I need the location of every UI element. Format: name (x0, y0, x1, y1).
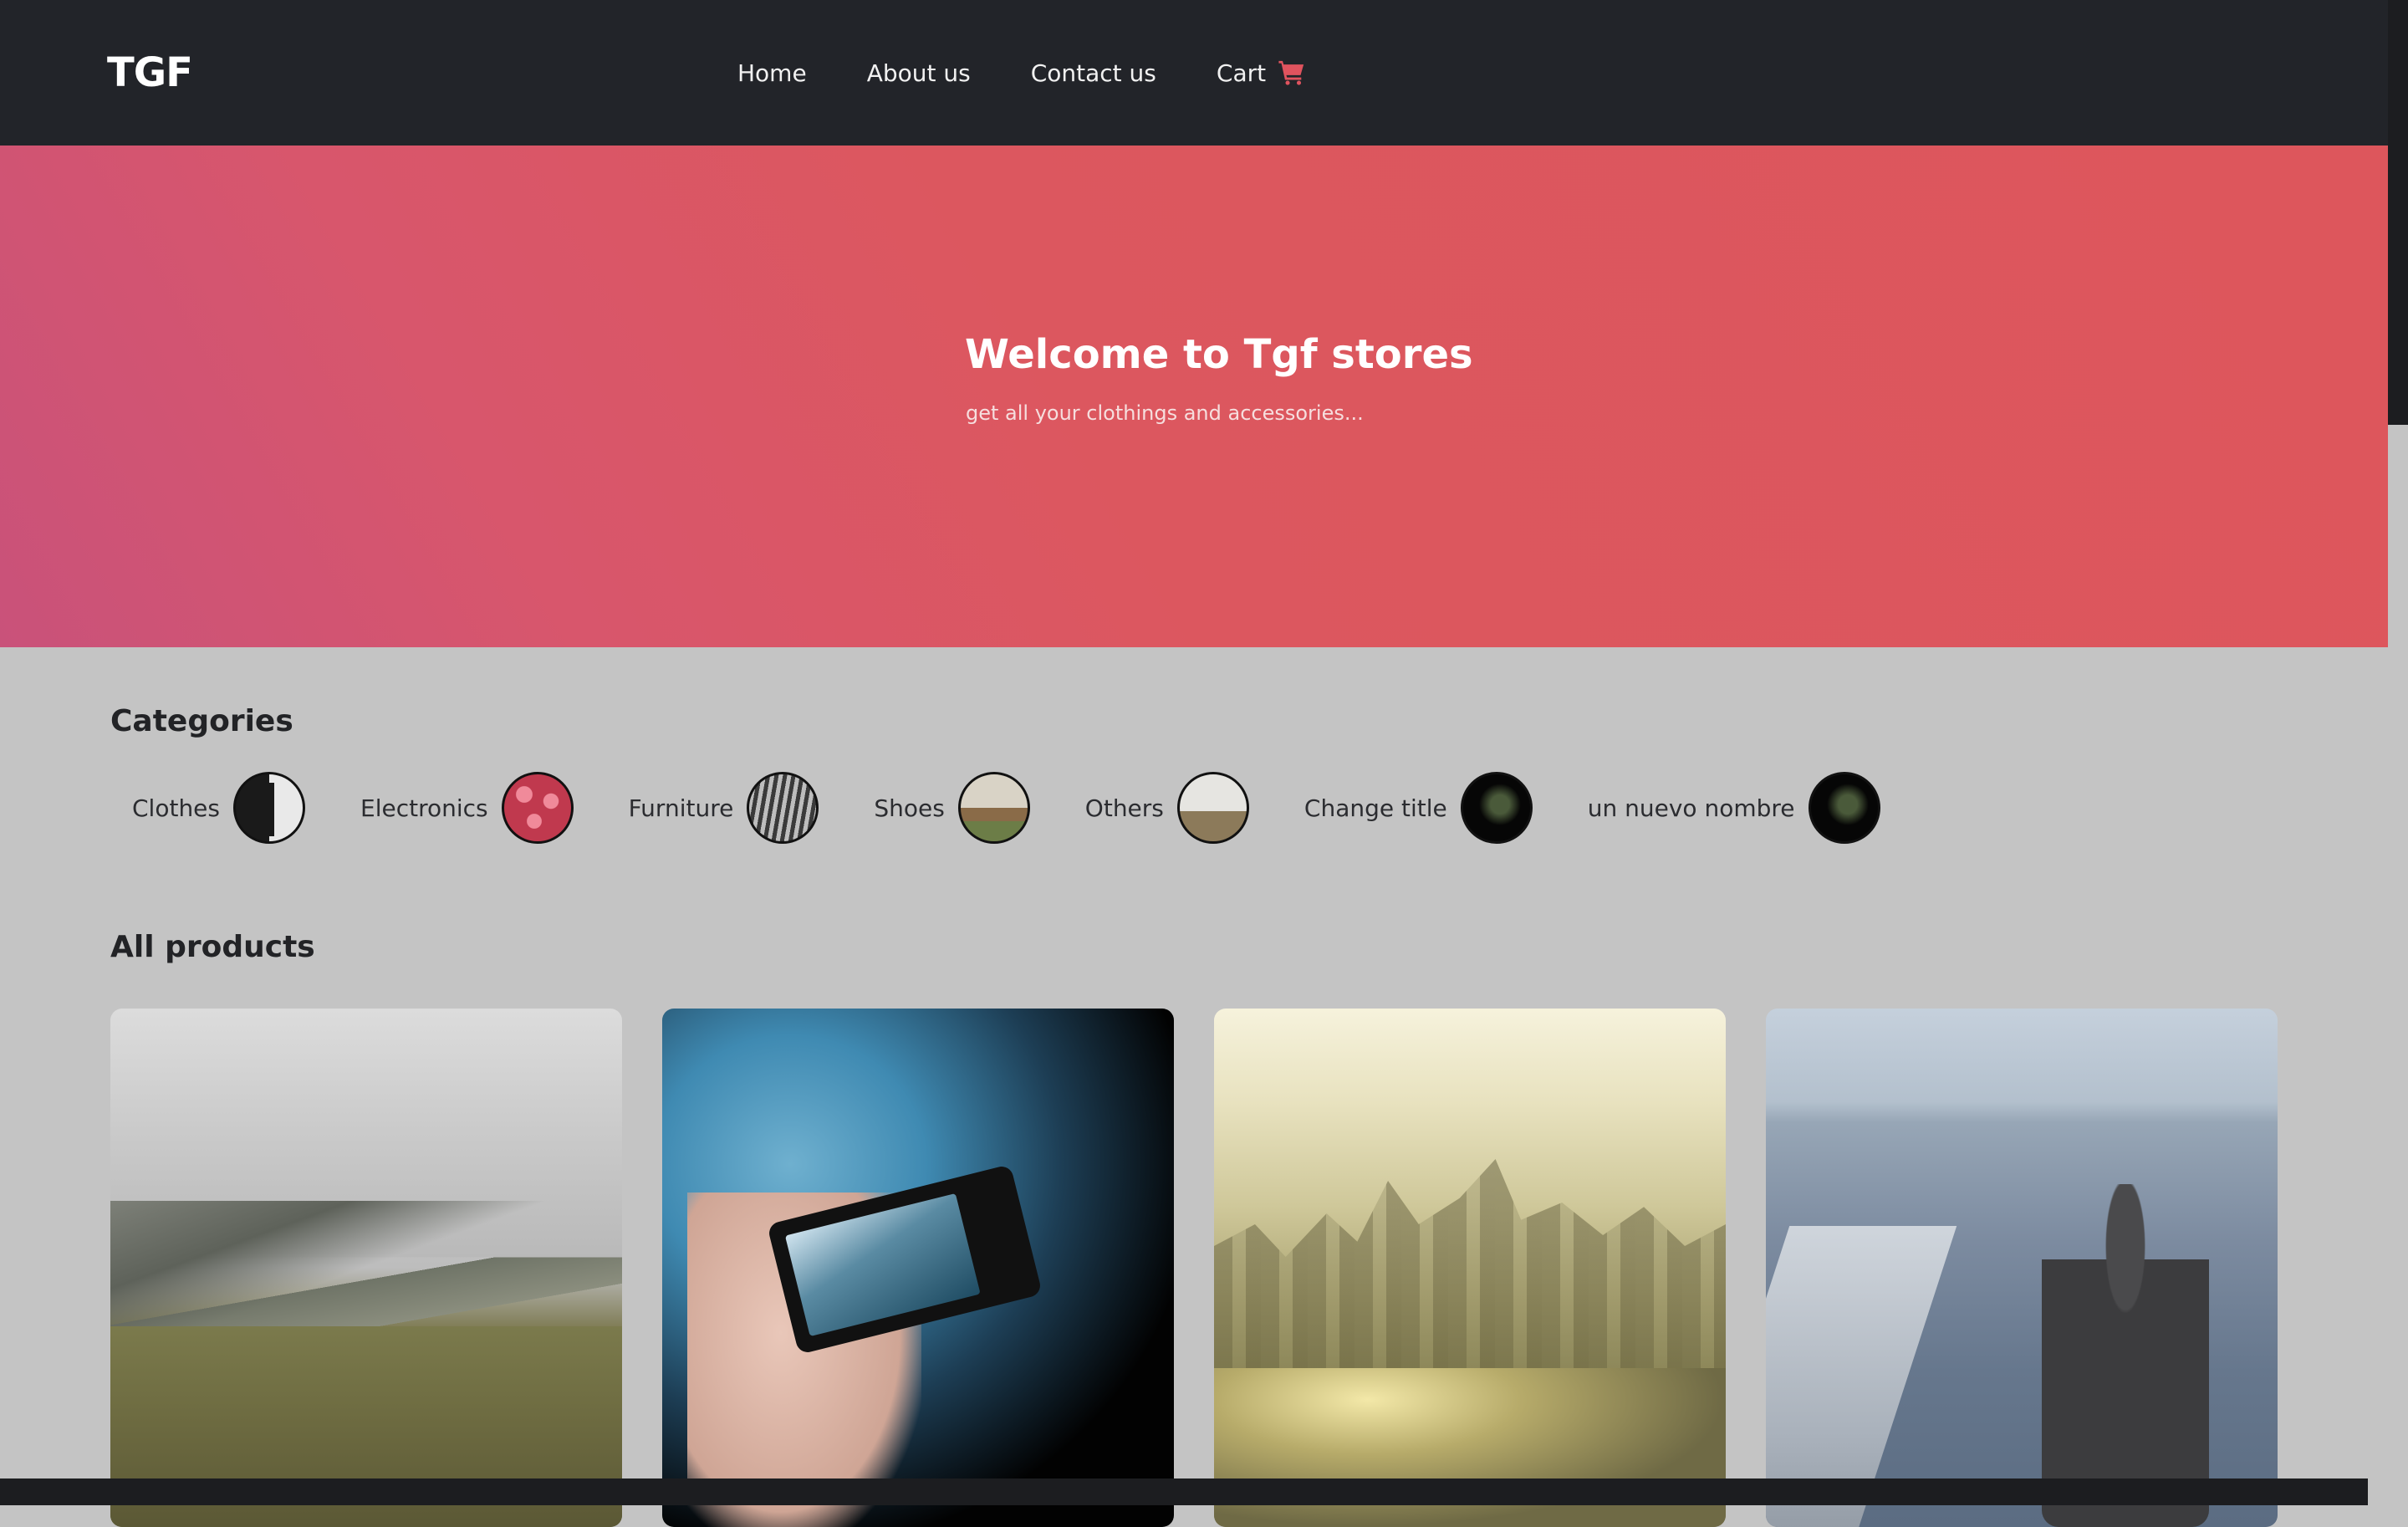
product-image-detail (1214, 1159, 1726, 1376)
nav-link-contact[interactable]: Contact us (1031, 59, 1156, 87)
category-thumbnail (957, 772, 1030, 844)
nav-link-home[interactable]: Home (737, 59, 807, 87)
category-thumbnail (1176, 772, 1249, 844)
product-card-landscape[interactable] (110, 1009, 622, 1527)
cart-icon (1278, 59, 1306, 87)
product-card-sea[interactable] (1766, 1009, 2278, 1527)
product-grid (110, 1009, 2278, 1527)
category-label: Clothes (132, 794, 220, 822)
category-thumbnail (1460, 772, 1533, 844)
nav-link-cart[interactable]: Cart (1217, 59, 1306, 87)
category-item-electronics[interactable]: Electronics (360, 772, 574, 844)
categories-heading: Categories (110, 704, 293, 738)
category-label: Change title (1303, 794, 1447, 822)
category-label: Shoes (874, 794, 945, 822)
nav-link-about-label: About us (866, 59, 971, 87)
category-label: un nuevo nombre (1587, 794, 1795, 822)
nav-links: Home About us Contact us Cart (737, 52, 1306, 94)
products-heading: All products (110, 930, 315, 964)
vertical-scrollbar[interactable] (2388, 0, 2408, 1505)
category-thumbnail (747, 772, 819, 844)
product-image-detail (784, 1192, 981, 1337)
product-card-city[interactable] (1214, 1009, 1726, 1527)
horizontal-scrollbar[interactable] (0, 1478, 2368, 1505)
hero-title: Welcome to Tgf stores (965, 331, 1473, 378)
brand-logo[interactable]: TGF (107, 49, 193, 97)
product-card-phone[interactable] (662, 1009, 1174, 1527)
category-thumbnail (501, 772, 574, 844)
category-item-shoes[interactable]: Shoes (874, 772, 1030, 844)
category-label: Electronics (360, 794, 488, 822)
category-item-furniture[interactable]: Furniture (629, 772, 819, 844)
category-item-un-nuevo-nombre[interactable]: un nuevo nombre (1588, 772, 1880, 844)
nav-link-home-label: Home (737, 59, 807, 87)
category-thumbnail (1808, 772, 1880, 844)
product-image-detail (2042, 1184, 2209, 1527)
category-label: Others (1084, 794, 1164, 822)
category-thumbnail (233, 772, 305, 844)
nav-link-contact-label: Contact us (1030, 59, 1156, 87)
category-item-change-title[interactable]: Change title (1304, 772, 1533, 844)
hero-subtitle: get all your clothings and accessories..… (966, 401, 1364, 425)
category-item-clothes[interactable]: Clothes (132, 772, 305, 844)
nav-link-about[interactable]: About us (867, 59, 971, 87)
hero-banner: Welcome to Tgf stores get all your cloth… (0, 146, 2388, 647)
navbar: TGF Home About us Contact us Cart (0, 0, 2388, 146)
category-list: Clothes Electronics Furniture Shoes Othe… (132, 769, 1936, 846)
vertical-scrollbar-thumb[interactable] (2388, 0, 2408, 425)
nav-link-cart-label: Cart (1216, 59, 1267, 87)
category-label: Furniture (628, 794, 734, 822)
category-item-others[interactable]: Others (1085, 772, 1249, 844)
